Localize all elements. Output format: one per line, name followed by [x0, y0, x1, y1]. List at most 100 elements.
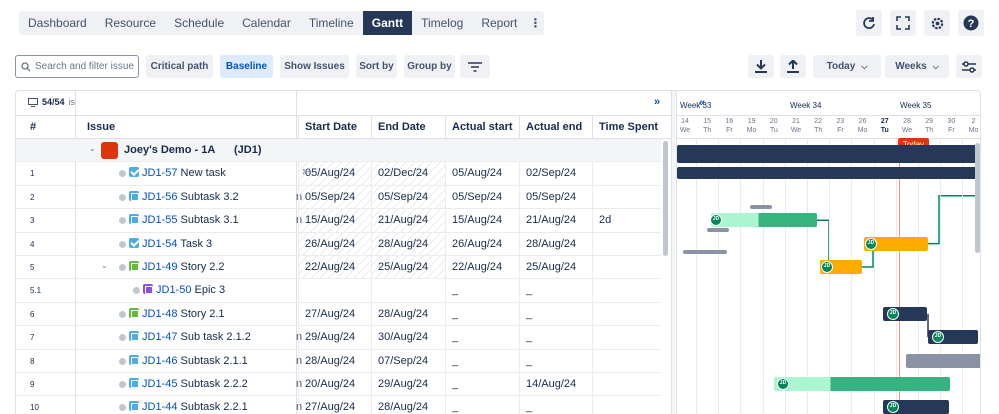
table-row[interactable]: 8 JD1-46 Subtask 2.1.1 n 28/Aug/24 07/Sep/24…	[16, 349, 664, 373]
actual-start-cell[interactable]: _	[445, 279, 519, 303]
drag-handle-icon[interactable]	[119, 170, 126, 178]
today-dropdown[interactable]: Today ⌵	[813, 55, 881, 78]
end-date-cell[interactable]: 28/Aug/24	[371, 232, 445, 256]
time-spent-cell[interactable]	[592, 162, 664, 186]
drag-handle-icon[interactable]	[119, 310, 126, 318]
issue-key-link[interactable]: JD1-47	[142, 331, 177, 343]
actual-start-cell[interactable]: 05/Sep/24	[445, 185, 519, 209]
actual-end-cell[interactable]: 14/Aug/24	[519, 372, 592, 396]
task-bar[interactable]	[906, 353, 980, 368]
header-actual-end[interactable]: Actual end	[519, 116, 592, 139]
issue-cell[interactable]: JD1-46 Subtask 2.1.1	[129, 350, 248, 373]
task-bar[interactable]	[677, 167, 980, 180]
issue-key-link[interactable]: JD1-48	[142, 308, 177, 320]
baseline-bar[interactable]	[707, 227, 729, 232]
time-spent-cell[interactable]	[592, 396, 664, 414]
drag-handle-icon[interactable]	[119, 240, 126, 248]
search-box[interactable]	[15, 55, 139, 78]
time-spent-cell[interactable]: 2d	[592, 209, 664, 233]
start-date-cell[interactable]: 27/Aug/24	[298, 302, 371, 326]
table-row[interactable]: 2JD1-56 Subtask 3.2n05/Sep/2405/Sep/2405…	[16, 185, 664, 210]
time-spent-cell[interactable]	[592, 279, 664, 303]
chevron-down-icon[interactable]: ⌄	[89, 144, 96, 153]
time-spent-cell[interactable]	[592, 232, 664, 256]
issue-key-link[interactable]: JD1-49	[142, 261, 177, 273]
actual-end-cell[interactable]: _	[519, 396, 592, 414]
actual-start-cell[interactable]: 22/Aug/24	[445, 255, 519, 279]
start-date-cell[interactable]: 26/Aug/24	[298, 232, 371, 256]
issue-cell[interactable]: JD1-57 New task	[129, 162, 226, 185]
tab-timeline[interactable]: Timeline	[300, 11, 363, 35]
time-spent-cell[interactable]	[592, 372, 664, 396]
actual-end-cell[interactable]: _	[519, 349, 592, 373]
table-row[interactable]: 1JD1-57 New task1+05/Aug/2402/Dec/2405/A…	[16, 162, 664, 186]
baseline-bar[interactable]	[750, 205, 772, 210]
grid-scrollbar[interactable]	[663, 141, 668, 256]
tab-report[interactable]: Report	[472, 11, 526, 35]
issue-key-link[interactable]: JD1-54	[142, 238, 177, 250]
actual-start-cell[interactable]: _	[445, 372, 519, 396]
issue-cell[interactable]: JD1-47 Sub task 2.1.2	[129, 326, 251, 349]
start-date-cell[interactable]: 29/Aug/24	[298, 326, 371, 350]
actual-start-cell[interactable]: _	[445, 326, 519, 350]
filter-button[interactable]	[460, 55, 490, 78]
header-actual-start[interactable]: Actual start	[445, 116, 519, 139]
actual-start-cell[interactable]: _	[445, 302, 519, 326]
issue-key-link[interactable]: JD1-46	[142, 355, 177, 367]
table-row[interactable]: 10 JD1-44 Subtask 2.2.1 n 27/Aug/24 28/Aug/2…	[16, 396, 661, 414]
time-spent-cell[interactable]	[592, 185, 664, 209]
actual-start-cell[interactable]: _	[445, 349, 519, 373]
group-by-button[interactable]: Group by	[404, 55, 455, 78]
start-date-cell[interactable]: 22/Aug/24	[298, 255, 371, 279]
actual-start-cell[interactable]: _	[445, 396, 519, 414]
drag-handle-icon[interactable]	[119, 404, 126, 412]
start-date-cell[interactable]: 05/Sep/24	[298, 185, 371, 209]
time-spent-cell[interactable]	[592, 255, 664, 279]
time-spent-cell[interactable]	[592, 349, 664, 373]
issue-cell[interactable]: JD1-48 Story 2.1	[129, 303, 225, 326]
issue-key-link[interactable]: JD1-57	[142, 167, 177, 179]
issue-key-link[interactable]: JD1-55	[142, 214, 177, 226]
more-tabs-icon[interactable]: ⋮	[526, 11, 544, 35]
gantt-scrollbar[interactable]	[975, 143, 980, 253]
start-date-cell[interactable]: 28/Aug/24	[298, 349, 371, 373]
end-date-cell[interactable]: 02/Dec/24	[371, 162, 445, 186]
weeks-dropdown[interactable]: Weeks ⌵	[885, 55, 949, 78]
issue-cell[interactable]: JD1-54 Task 3	[129, 233, 212, 256]
tab-calendar[interactable]: Calendar	[233, 11, 300, 35]
issue-key-link[interactable]: JD1-56	[142, 191, 177, 203]
issue-cell[interactable]: JD1-49 Story 2.2	[129, 256, 225, 279]
start-date-cell[interactable]	[298, 279, 371, 303]
upload-button[interactable]	[780, 55, 806, 78]
end-date-cell[interactable]: 05/Sep/24	[371, 185, 445, 209]
tab-dashboard[interactable]: Dashboard	[19, 11, 96, 35]
table-row[interactable]: 7 JD1-47 Sub task 2.1.2 n 29/Aug/24 30/Aug/2…	[16, 326, 661, 350]
actual-start-cell[interactable]: 15/Aug/24	[445, 209, 519, 233]
chevron-down-icon[interactable]: ⌄	[101, 261, 108, 270]
actual-end-cell[interactable]: _	[519, 326, 592, 350]
table-row[interactable]: 5 ⌄ JD1-49 Story 2.2 22/Aug/24 25/Aug/24 22/A…	[16, 255, 664, 280]
end-date-cell[interactable]	[371, 279, 445, 303]
drag-handle-icon[interactable]	[119, 263, 126, 271]
actual-end-cell[interactable]: _	[519, 302, 592, 326]
actual-start-cell[interactable]: 05/Aug/24	[445, 162, 519, 186]
task-bar[interactable]	[774, 377, 950, 391]
actual-end-cell[interactable]: 05/Sep/24	[519, 185, 592, 209]
issue-cell[interactable]: JD1-45 Subtask 2.2.2	[129, 373, 248, 396]
tab-schedule[interactable]: Schedule	[165, 11, 233, 35]
header-start-date[interactable]: Start Date	[298, 116, 370, 139]
issue-cell[interactable]: JD1-44 Subtask 2.2.1	[129, 396, 248, 414]
issue-key-link[interactable]: JD1-44	[142, 401, 177, 413]
table-row[interactable]: 6 JD1-48 Story 2.1 27/Aug/24 28/Aug/24 _ _	[16, 302, 664, 327]
summary-bar[interactable]	[677, 145, 980, 163]
show-issues-button[interactable]: Show Issues	[280, 55, 349, 78]
actual-end-cell[interactable]: 28/Aug/24	[519, 232, 592, 256]
drag-handle-icon[interactable]	[119, 357, 126, 365]
issue-key-link[interactable]: JD1-45	[142, 378, 177, 390]
end-date-cell[interactable]: 29/Aug/24	[371, 372, 445, 396]
time-spent-cell[interactable]	[592, 302, 664, 326]
issue-cell[interactable]: JD1-50 Epic 3	[143, 279, 225, 302]
drag-handle-icon[interactable]	[119, 217, 126, 225]
task-bar[interactable]	[711, 213, 817, 228]
end-date-cell[interactable]: 30/Aug/24	[371, 326, 445, 350]
